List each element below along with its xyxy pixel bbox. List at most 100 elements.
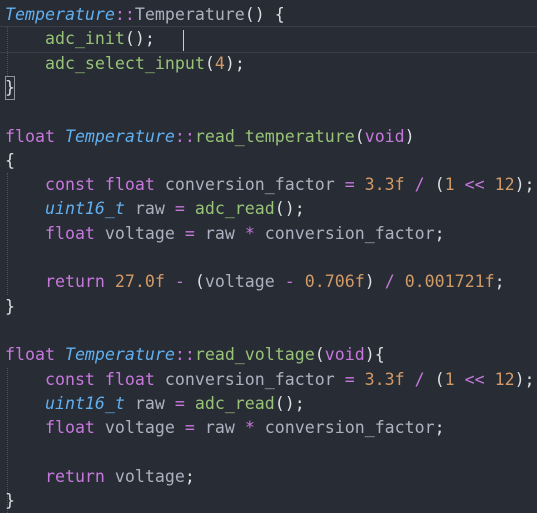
- code-line[interactable]: adc_init();: [5, 27, 155, 51]
- identifier-token: conversion_factor: [264, 418, 435, 438]
- keyword-token: float: [5, 126, 65, 146]
- indent-token: [5, 370, 45, 389]
- identifier-token: voltage: [114, 466, 185, 486]
- operator-token: =: [344, 369, 365, 389]
- punctuation-token: (: [314, 345, 325, 365]
- identifier-token: voltage: [204, 272, 285, 292]
- keyword-token: return: [44, 272, 115, 292]
- number-token: 4: [214, 53, 225, 73]
- identifier-token: conversion_factor: [264, 223, 435, 243]
- code-line[interactable]: }: [5, 75, 15, 100]
- number-token: 12: [494, 175, 515, 195]
- code-line[interactable]: adc_select_input(4);: [5, 52, 245, 76]
- punctuation-token: (: [434, 369, 445, 389]
- operator-token: -: [174, 272, 195, 292]
- punctuation-token: ();: [274, 393, 305, 413]
- indent-token: [5, 418, 45, 437]
- code-editor[interactable]: Temperature::Temperature() { adc_init();…: [0, 0, 537, 513]
- punctuation-token: ;: [434, 223, 445, 243]
- code-line[interactable]: float voltage = raw * conversion_factor;: [5, 416, 445, 440]
- punctuation-token: }: [5, 491, 15, 510]
- number-token: 27.0f: [114, 272, 175, 292]
- keyword-token: const float: [44, 175, 165, 195]
- operator-token: /: [414, 369, 435, 389]
- class-name-token: Temperature: [64, 345, 175, 365]
- keyword-token: return: [44, 466, 115, 486]
- identifier-token: raw: [204, 418, 245, 438]
- punctuation-token: ): [364, 272, 385, 292]
- operator-token: *: [244, 418, 265, 438]
- identifier-token: conversion_factor: [164, 175, 345, 195]
- indent-token: [5, 29, 45, 48]
- number-token: 0.001721f: [404, 272, 495, 292]
- number-token: 0.706f: [304, 272, 365, 292]
- punctuation-token: ;: [494, 272, 505, 292]
- operator-token: ::: [174, 126, 195, 146]
- operator-token: *: [244, 223, 265, 243]
- identifier-token: raw: [124, 199, 175, 219]
- identifier-token: conversion_factor: [164, 369, 345, 389]
- operator-token: =: [184, 418, 205, 438]
- keyword-token: float: [5, 345, 65, 365]
- code-line[interactable]: }: [5, 295, 15, 319]
- operator-token: ::: [114, 5, 135, 24]
- type-token: uint16_t: [44, 393, 125, 413]
- punctuation-token: );: [514, 369, 535, 389]
- operator-token: =: [174, 393, 195, 413]
- punctuation-token: (: [194, 272, 205, 292]
- identifier-token: raw: [124, 393, 175, 413]
- punctuation-token: () {: [244, 5, 285, 24]
- indent-token: [5, 224, 45, 243]
- code-line[interactable]: }: [5, 489, 15, 513]
- code-line[interactable]: const float conversion_factor = 3.3f / (…: [5, 173, 535, 197]
- operator-token: /: [414, 175, 435, 195]
- function-token: adc_read: [194, 199, 275, 219]
- punctuation-token: );: [224, 53, 245, 73]
- code-line[interactable]: float voltage = raw * conversion_factor;: [5, 222, 445, 246]
- keyword-token: void: [324, 345, 365, 365]
- code-line[interactable]: Temperature::Temperature() {: [5, 3, 285, 27]
- punctuation-token: ();: [124, 29, 155, 49]
- type-token: uint16_t: [44, 199, 125, 219]
- punctuation-token: }: [5, 296, 15, 316]
- identifier-token: voltage: [104, 418, 185, 438]
- identifier-token: Temperature: [134, 5, 245, 24]
- indent-token: [5, 272, 45, 291]
- function-token: adc_init: [44, 29, 125, 49]
- punctuation-token: );: [514, 175, 535, 195]
- text-cursor: [183, 30, 184, 51]
- number-token: 1: [444, 369, 465, 389]
- indent-token: [5, 467, 45, 486]
- code-line[interactable]: return voltage;: [5, 465, 195, 489]
- number-token: 1: [444, 175, 465, 195]
- identifier-token: raw: [204, 223, 245, 243]
- code-line[interactable]: {: [5, 149, 15, 173]
- code-line[interactable]: float Temperature::read_temperature(void…: [5, 125, 415, 149]
- punctuation-token: ;: [434, 418, 445, 438]
- operator-token: =: [344, 175, 365, 195]
- code-line[interactable]: return 27.0f - (voltage - 0.706f) / 0.00…: [5, 270, 505, 294]
- operator-token: -: [284, 272, 305, 292]
- indent-token: [5, 54, 45, 73]
- operator-token: =: [184, 223, 205, 243]
- class-name-token: Temperature: [5, 5, 115, 24]
- punctuation-token: ): [404, 126, 415, 146]
- punctuation-token: {: [5, 150, 15, 170]
- function-token: read_voltage: [194, 345, 315, 365]
- punctuation-token: (: [434, 175, 445, 195]
- keyword-token: float: [44, 223, 105, 243]
- punctuation-token: }: [5, 75, 15, 100]
- operator-token: =: [174, 199, 195, 219]
- punctuation-token: ;: [184, 466, 195, 486]
- code-line[interactable]: uint16_t raw = adc_read();: [5, 392, 305, 416]
- indent-token: [5, 394, 45, 413]
- code-line[interactable]: float Temperature::read_voltage(void){: [5, 343, 385, 367]
- code-line[interactable]: uint16_t raw = adc_read();: [5, 197, 305, 221]
- punctuation-token: (: [204, 53, 215, 73]
- operator-token: /: [384, 272, 405, 292]
- operator-token: ::: [174, 345, 195, 365]
- code-line[interactable]: const float conversion_factor = 3.3f / (…: [5, 368, 535, 392]
- punctuation-token: ();: [274, 199, 305, 219]
- number-token: 3.3f: [364, 369, 415, 389]
- keyword-token: float: [44, 418, 105, 438]
